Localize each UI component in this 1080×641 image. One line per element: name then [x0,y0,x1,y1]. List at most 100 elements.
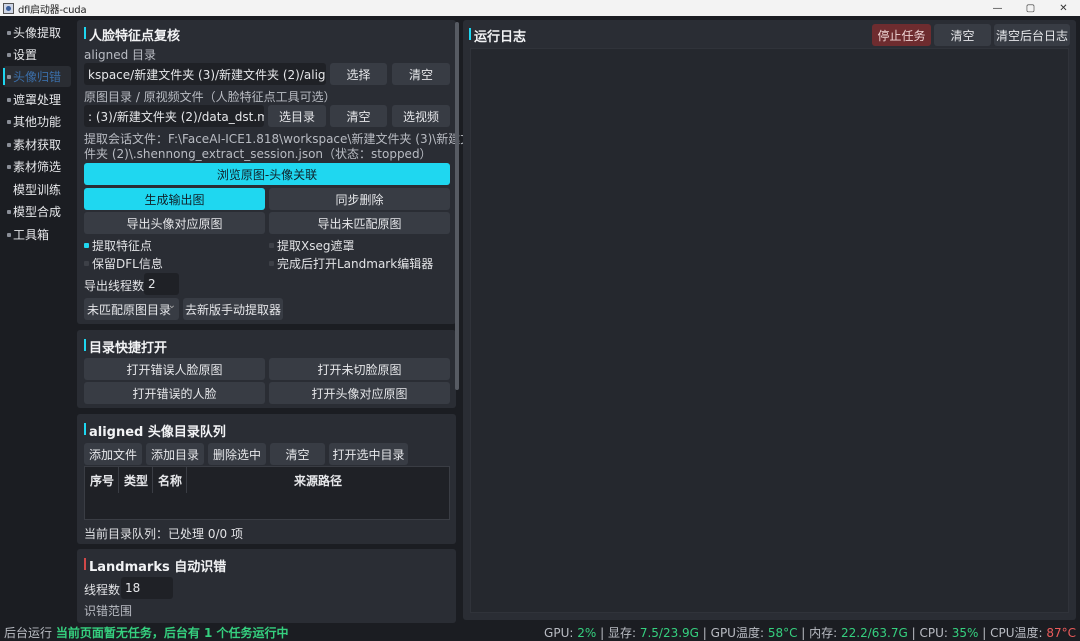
export-threads-label: 导出线程数 [84,279,145,293]
gpu-value: 2% [577,626,597,640]
generate-output-button[interactable]: 生成输出图 [84,188,265,210]
keep-dfl-checkbox[interactable]: 保留DFL信息 [84,255,163,272]
sidebar-item-label: 素材筛选 [13,160,62,174]
minimize-button[interactable]: — [981,0,1014,16]
manual-extractor-button[interactable]: 去新版手动提取器 [183,298,283,320]
vram-value: 7.5/23.9G [639,626,699,640]
sidebar-item-face-extract[interactable]: 头像提取 [3,22,71,43]
open-editor-checkbox[interactable]: 完成后打开Landmark编辑器 [269,255,433,272]
sync-delete-button[interactable]: 同步删除 [269,188,450,210]
log-clear-button[interactable]: 清空 [934,24,991,46]
add-dir-button[interactable]: 添加目录 [146,443,204,465]
cpu-temp-value: 87°C [1046,626,1076,640]
bullet-icon [7,209,11,214]
log-output[interactable] [470,48,1069,613]
queue-clear-button[interactable]: 清空 [270,443,325,465]
aligned-dir-field[interactable]: kspace/新建文件夹 (3)/新建文件夹 (2)/aligned [84,63,326,85]
column-header[interactable]: 序号 [85,467,119,493]
checkbox-label: 完成后打开Landmark编辑器 [277,257,434,271]
source-dir-label: 原图目录 / 原视频文件（人脸特征点工具可选） [84,90,336,104]
column-header[interactable]: 来源路径 [187,467,449,493]
sidebar-item-training[interactable]: 模型训练 [3,179,71,200]
gpu-label: GPU: [544,626,578,640]
separator: | [698,626,711,640]
status-bar: 后台运行 当前页面暂无任务，后台有 1 个任务运行中 GPU: 2% | 显存:… [0,623,1080,641]
export-threads-field[interactable]: 2 [144,273,179,295]
checkbox-label: 提取特征点 [92,239,153,253]
chevron-down-icon: ⌄ [167,300,176,311]
bullet-icon [7,52,11,57]
sidebar-item-label: 模型训练 [13,183,62,197]
panel-title: 人脸特征点复核 [83,25,180,44]
detect-range-label: 识错范围 [84,604,133,618]
bullet-icon [7,119,11,124]
open-selected-dir-button[interactable]: 打开选中目录 [329,443,408,465]
column-header[interactable]: 类型 [119,467,153,493]
sidebar-item-mask[interactable]: 遮罩处理 [3,89,71,110]
landmarks-threads-field[interactable]: 18 [121,577,173,599]
bullet-icon [7,164,11,169]
aligned-select-button[interactable]: 选择 [330,63,387,85]
sidebar-item-label: 其他功能 [13,115,62,129]
sidebar-item-face-error[interactable]: 头像归错 [3,66,71,87]
sidebar-item-settings[interactable]: 设置 [3,44,71,65]
unmatched-dir-dropdown[interactable]: 未匹配原图目录 ⌄ [84,298,179,320]
queue-table[interactable]: 序号 类型 名称 来源路径 [84,466,450,520]
extract-landmarks-checkbox[interactable]: 提取特征点 [84,237,152,254]
sidebar-item-material-filter[interactable]: 素材筛选 [3,156,71,177]
close-button[interactable]: ✕ [1047,0,1080,16]
source-dir-field[interactable]: : (3)/新建文件夹 (2)/data_dst.mp4 [84,105,264,127]
sidebar-item-material-get[interactable]: 素材获取 [3,134,71,155]
extract-xseg-checkbox[interactable]: 提取Xseg遮罩 [269,237,354,254]
checkbox-icon [84,261,89,266]
window-title: dfl启动器-cuda [18,4,87,16]
sidebar: 头像提取 设置 头像归错 遮罩处理 其他功能 素材获取 素材筛选 模型训练 模型… [0,16,74,623]
bullet-icon [7,142,11,147]
sidebar-item-toolbox[interactable]: 工具箱 [3,224,71,245]
bullet-icon [7,74,11,79]
source-select-dir-button[interactable]: 选目录 [268,105,326,127]
source-clear-button[interactable]: 清空 [330,105,387,127]
bullet-icon [7,97,11,102]
add-file-button[interactable]: 添加文件 [84,443,142,465]
status-message: 当前页面暂无任务，后台有 1 个任务运行中 [55,626,289,640]
sidebar-item-label: 模型合成 [13,205,62,219]
dropdown-value: 未匹配原图目录 [87,302,172,317]
cpu-value: 35% [951,626,979,640]
panel-title: aligned 头像目录队列 [84,421,226,440]
sidebar-item-label: 设置 [13,48,38,62]
session-file-text-2: 件夹 (2)\.shennong_extract_session.json（状态… [84,147,432,161]
open-mapped-source-button[interactable]: 打开头像对应原图 [269,382,450,404]
bullet-icon [7,30,11,35]
sidebar-item-merge[interactable]: 模型合成 [3,201,71,222]
export-mapped-source-button[interactable]: 导出头像对应原图 [84,212,265,234]
app-icon [3,2,14,14]
source-select-video-button[interactable]: 选视频 [392,105,450,127]
maximize-button[interactable]: ▢ [1014,0,1047,16]
browse-source-face-button[interactable]: 浏览原图-头像关联 [84,163,450,185]
panel-title: 目录快捷打开 [83,337,167,356]
open-wrong-source-button[interactable]: 打开错误人脸原图 [84,358,265,380]
open-wrong-face-button[interactable]: 打开错误的人脸 [84,382,265,404]
checkbox-label: 保留DFL信息 [92,257,163,271]
sidebar-item-label: 遮罩处理 [13,93,62,107]
separator: | [596,626,608,640]
mem-label: 内存: [809,626,842,640]
title-bar: dfl启动器-cuda — ▢ ✕ [0,0,1080,16]
left-scrollbar[interactable] [455,22,459,390]
aligned-clear-button[interactable]: 清空 [392,63,450,85]
status-prefix: 后台运行 [4,626,53,640]
sidebar-item-label: 素材获取 [13,138,62,152]
separator: | [978,626,991,640]
checkbox-icon [269,261,274,266]
checkbox-checked-icon [84,243,89,248]
clear-bg-log-button[interactable]: 清空后台日志 [994,24,1070,46]
export-unmatched-button[interactable]: 导出未匹配原图 [269,212,450,234]
bullet-icon [7,188,11,192]
stop-task-button[interactable]: 停止任务 [872,24,931,46]
sidebar-item-label: 头像提取 [13,26,62,40]
column-header[interactable]: 名称 [153,467,187,493]
open-uncut-source-button[interactable]: 打开未切脸原图 [269,358,450,380]
sidebar-item-other[interactable]: 其他功能 [3,111,71,132]
delete-selected-button[interactable]: 删除选中 [208,443,266,465]
